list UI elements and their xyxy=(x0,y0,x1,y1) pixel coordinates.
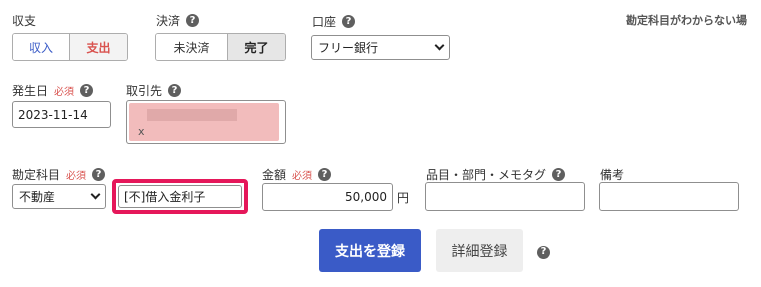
required-badge: 必須 xyxy=(292,171,313,182)
note-label: 備考 xyxy=(600,168,625,182)
help-icon[interactable]: ? xyxy=(342,15,356,28)
expense-option[interactable]: 支出 xyxy=(70,34,127,60)
settled-option[interactable]: 完了 xyxy=(228,34,285,60)
date-input-value: 2023-11-14 xyxy=(18,107,88,122)
income-option[interactable]: 収入 xyxy=(13,34,70,60)
category-label: 勘定科目 必須? xyxy=(12,166,106,183)
amount-input[interactable]: 50,000 xyxy=(262,183,393,211)
help-icon[interactable]: ? xyxy=(537,245,550,259)
partner-tag: x xyxy=(129,103,279,141)
unsettled-option[interactable]: 未決済 xyxy=(156,34,228,60)
detail-register-button[interactable]: 詳細登録 xyxy=(436,229,523,272)
settlement-toggle: 未決済 完了 xyxy=(155,33,286,61)
amount-label: 金額 必須? xyxy=(262,166,332,183)
category-input[interactable]: [不]借入金利子 xyxy=(118,185,242,208)
help-icon[interactable]: ? xyxy=(186,14,200,27)
item-input[interactable] xyxy=(425,182,585,211)
required-badge: 必須 xyxy=(54,87,75,98)
chevron-down-icon xyxy=(90,189,101,200)
settlement-label: 決済? xyxy=(156,12,200,29)
help-icon[interactable]: ? xyxy=(92,168,106,181)
help-icon[interactable]: ? xyxy=(168,84,182,97)
amount-input-value: 50,000 xyxy=(345,190,387,204)
date-label: 発生日 必須? xyxy=(12,82,94,99)
category-select[interactable]: 不動産 xyxy=(12,184,106,209)
amount-unit: 円 xyxy=(397,191,410,205)
help-icon[interactable]: ? xyxy=(80,84,94,97)
category-input-value: [不]借入金利子 xyxy=(124,190,206,204)
required-badge: 必須 xyxy=(66,171,87,182)
note-input[interactable] xyxy=(599,182,739,211)
account-label: 口座? xyxy=(312,13,356,30)
income-expense-toggle: 収入 支出 xyxy=(12,33,128,61)
chevron-down-icon xyxy=(434,40,445,51)
income-expense-label: 収支 xyxy=(12,14,37,28)
partner-name-redacted xyxy=(147,109,237,121)
category-highlight: [不]借入金利子 xyxy=(112,179,248,214)
partner-field[interactable]: x xyxy=(126,100,286,144)
category-select-value: 不動産 xyxy=(19,190,56,204)
item-label: 品目・部門・メモタグ? xyxy=(426,166,566,183)
category-hint: 勘定科目がわからない場 xyxy=(626,14,747,27)
register-expense-button[interactable]: 支出を登録 xyxy=(319,229,421,272)
partner-label: 取引先? xyxy=(126,82,182,99)
account-select[interactable]: フリー銀行 xyxy=(311,35,450,60)
actions-help: ? xyxy=(537,243,550,259)
date-input[interactable]: 2023-11-14 xyxy=(12,101,111,128)
account-select-value: フリー銀行 xyxy=(318,41,379,55)
help-icon[interactable]: ? xyxy=(552,168,566,181)
partner-tag-remove[interactable]: x xyxy=(138,125,145,138)
help-icon[interactable]: ? xyxy=(318,168,332,181)
